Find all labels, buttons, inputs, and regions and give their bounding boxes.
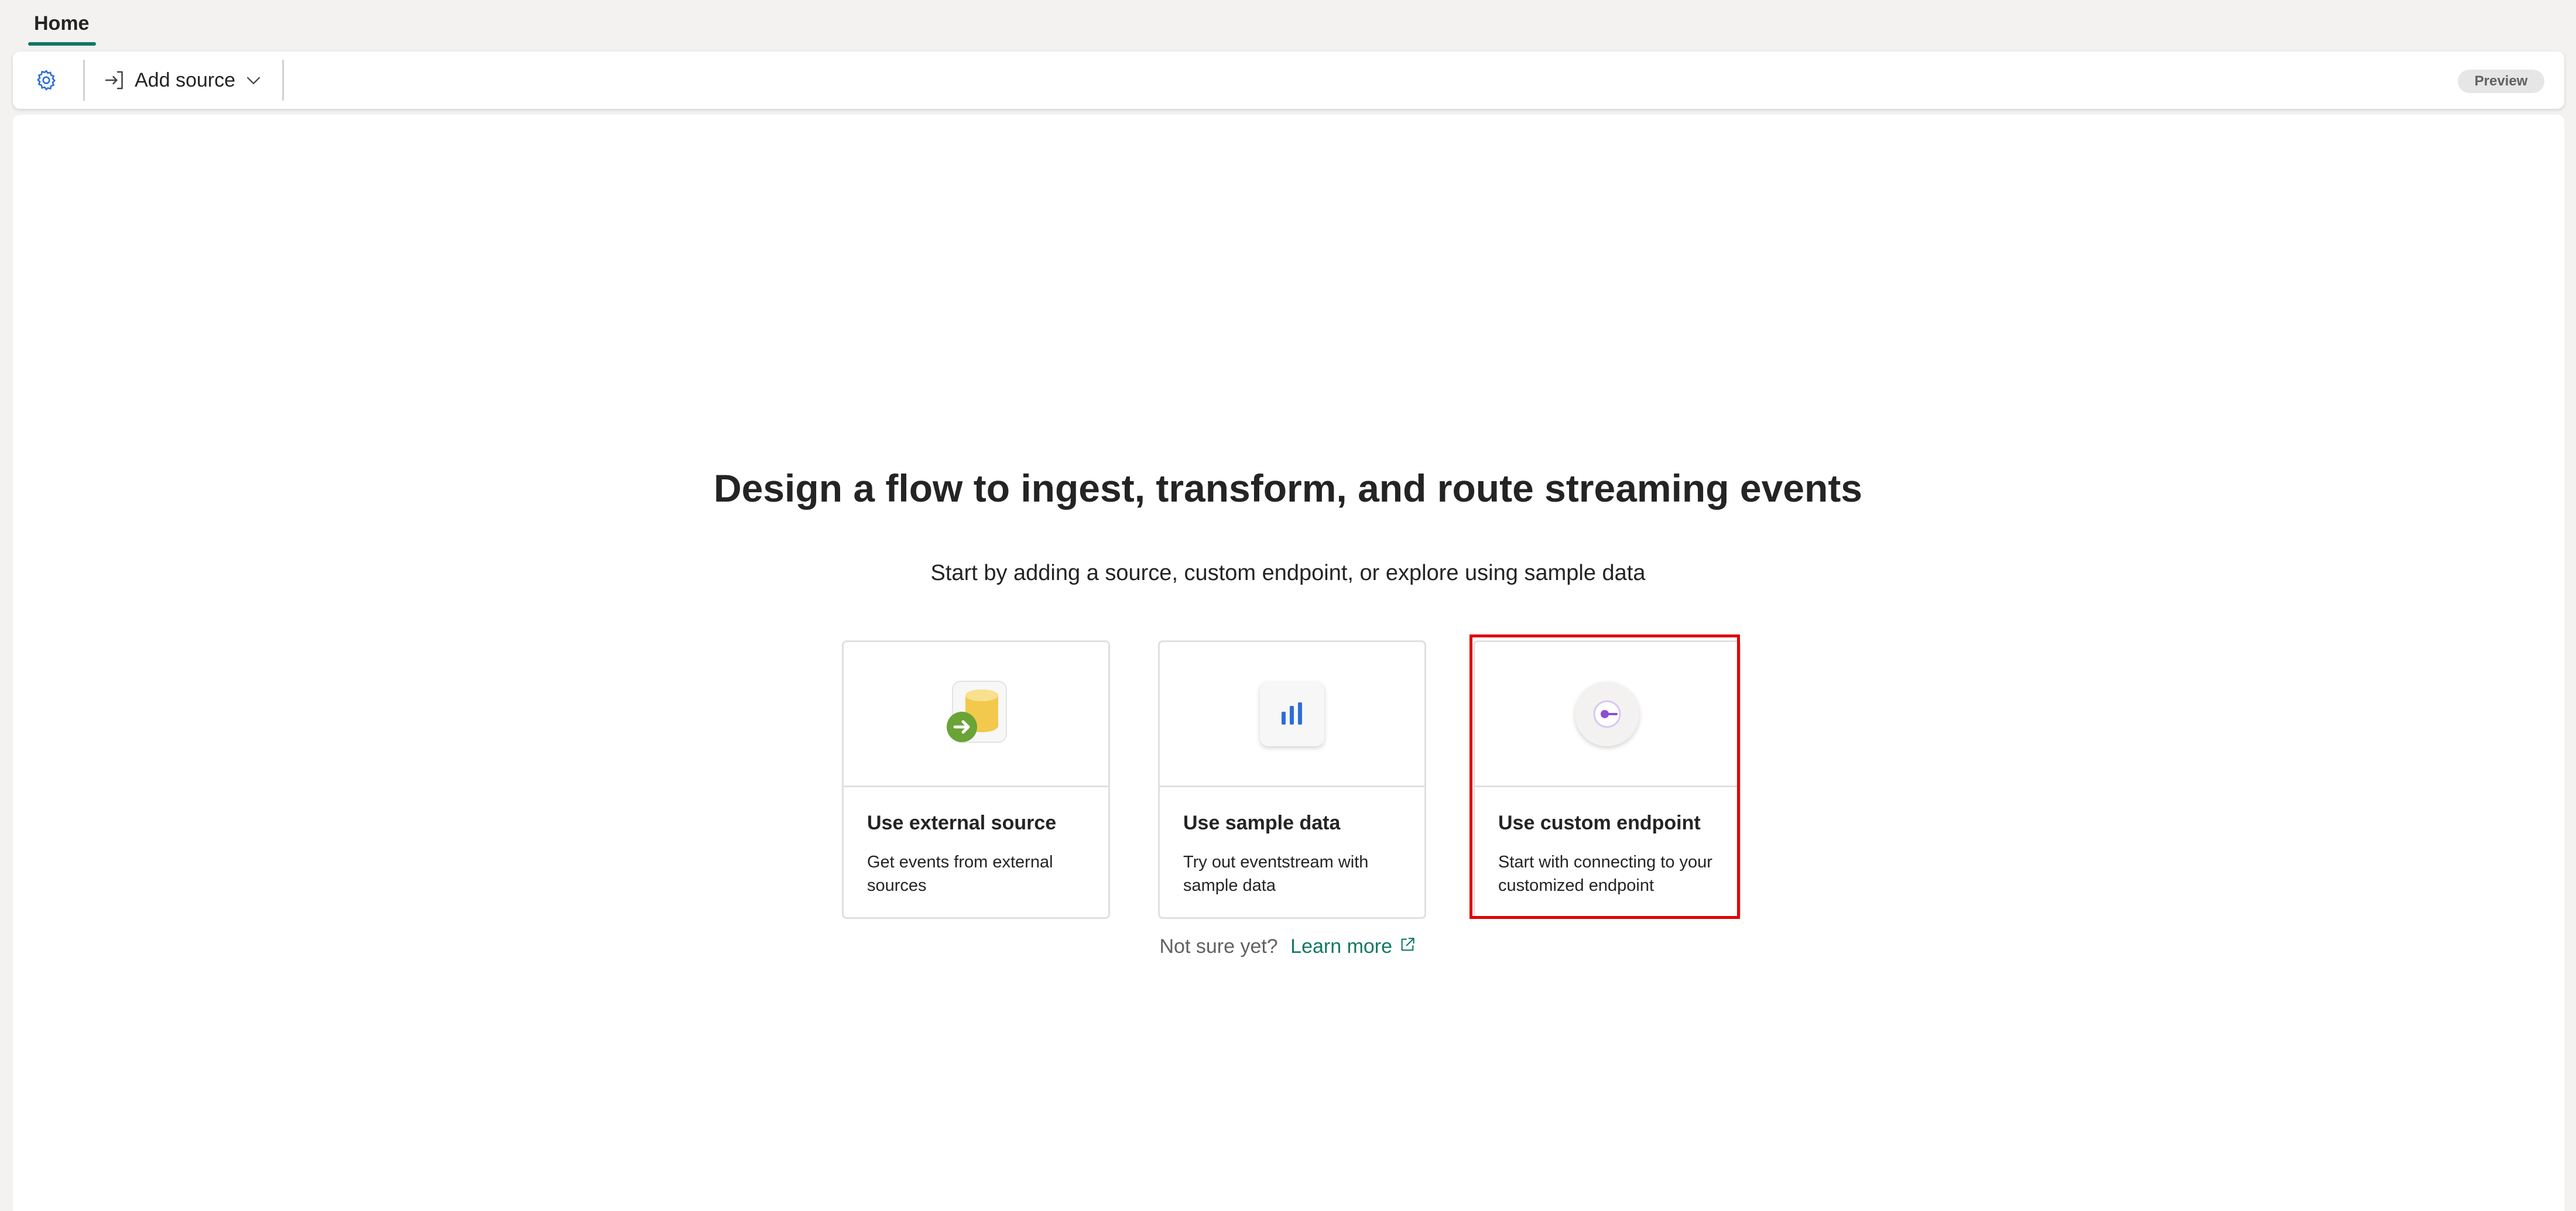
tab-bar: Home: [0, 0, 2576, 49]
active-tab-indicator: [28, 42, 96, 46]
card-icon-area: [844, 642, 1108, 787]
toolbar-divider: [282, 60, 284, 101]
footer-prefix: Not sure yet?: [1159, 935, 1278, 958]
database-arrow-icon: [947, 680, 1007, 743]
page-subheadline: Start by adding a source, custom endpoin…: [930, 561, 1646, 585]
sample-data-icon-tile: [1260, 681, 1324, 746]
sign-in-arrow-icon: [105, 71, 123, 90]
settings-button[interactable]: [30, 64, 62, 96]
preview-badge: Preview: [2458, 70, 2544, 93]
page-headline: Design a flow to ingest, transform, and …: [713, 466, 1863, 510]
card-use-custom-endpoint[interactable]: Use custom endpoint Start with connectin…: [1473, 640, 1741, 919]
card-use-external-source[interactable]: Use external source Get events from exte…: [842, 640, 1110, 919]
card-description: Start with connecting to your customized…: [1498, 853, 1712, 895]
card-use-sample-data[interactable]: Use sample data Try out eventstream with…: [1158, 640, 1426, 919]
chevron-down-icon: [246, 77, 261, 84]
learn-more-footer: Not sure yet? Learn more: [0, 935, 2576, 958]
card-description: Try out eventstream with sample data: [1183, 853, 1369, 895]
external-link-icon: [1401, 938, 1414, 951]
custom-endpoint-icon-circle: [1575, 681, 1639, 746]
gear-icon: [36, 70, 56, 91]
toolbar: Add source Preview: [13, 52, 2564, 109]
learn-more-link[interactable]: Learn more: [1290, 935, 1416, 958]
add-source-button[interactable]: Add source: [97, 62, 269, 98]
toolbar-divider: [83, 60, 85, 101]
card-icon-area: [1475, 642, 1739, 787]
learn-more-label: Learn more: [1290, 935, 1393, 958]
card-icon-area: [1160, 642, 1424, 787]
card-title: Use external source: [867, 812, 1057, 834]
card-title: Use custom endpoint: [1498, 812, 1701, 834]
bar-chart-icon: [1282, 702, 1302, 725]
card-title: Use sample data: [1183, 812, 1341, 834]
card-description: Get events from external sources: [867, 853, 1053, 895]
endpoint-icon: [1593, 700, 1621, 728]
tab-home[interactable]: Home: [28, 6, 95, 47]
add-source-label: Add source: [135, 68, 235, 91]
tab-home-label: Home: [34, 12, 90, 35]
